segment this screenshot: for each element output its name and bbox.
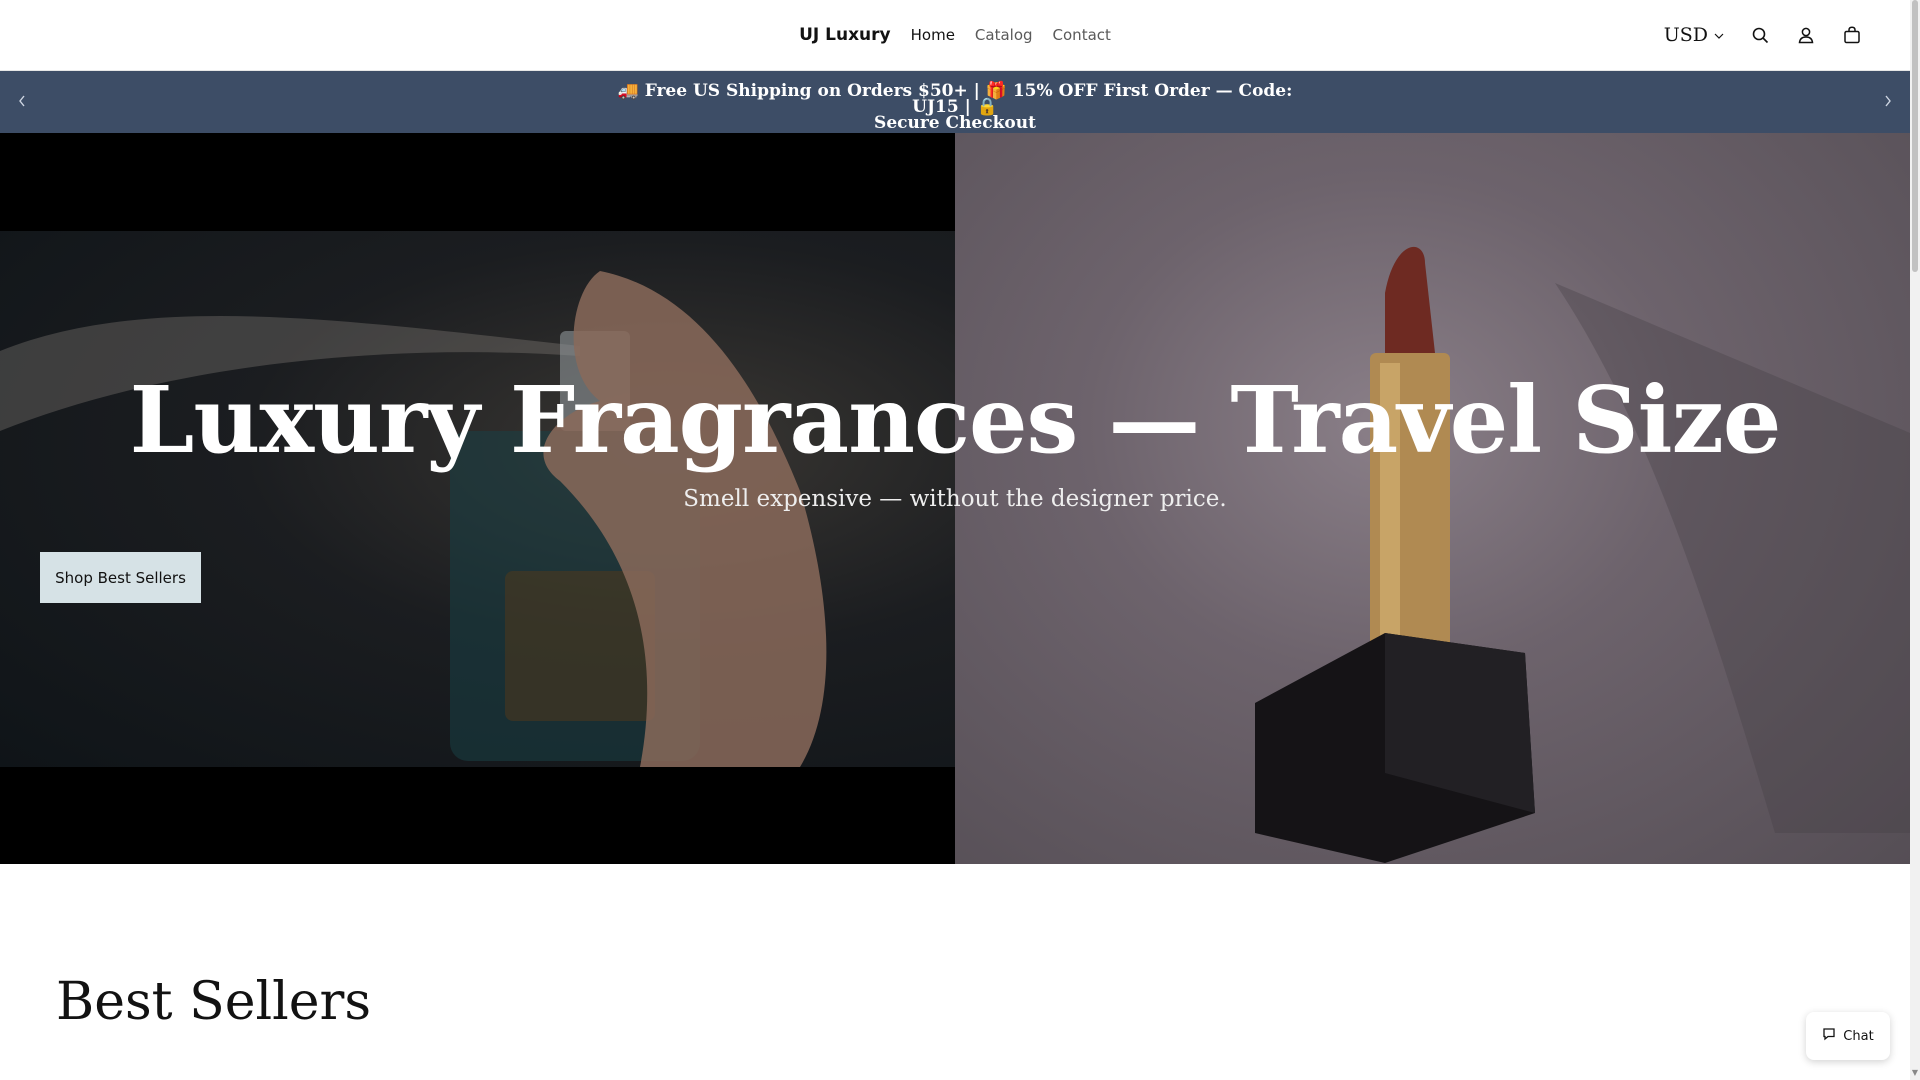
chevron-left-icon[interactable] xyxy=(18,92,26,111)
main-nav: UJ Luxury Home Catalog Contact xyxy=(0,0,1910,70)
site-header: UJ Luxury Home Catalog Contact USD xyxy=(0,0,1910,71)
chat-button[interactable]: Chat xyxy=(1806,1012,1890,1060)
hero-banner: Luxury Fragrances — Travel Size Smell ex… xyxy=(0,133,1910,864)
chat-label: Chat xyxy=(1843,1028,1874,1044)
chat-bubble-icon xyxy=(1822,1027,1836,1045)
announcement-bar: 🚚 Free US Shipping on Orders $50+ | 🎁 15… xyxy=(0,71,1910,133)
shop-best-sellers-button[interactable]: Shop Best Sellers xyxy=(40,552,201,603)
announcement-text: 🚚 Free US Shipping on Orders $50+ | 🎁 15… xyxy=(600,81,1310,133)
cart-icon[interactable] xyxy=(1842,25,1862,45)
hero-subtitle: Smell expensive — without the designer p… xyxy=(683,486,1227,512)
scroll-down-icon[interactable]: ▼ xyxy=(1911,1068,1919,1077)
scrollbar-thumb[interactable] xyxy=(1912,0,1918,272)
currency-selector[interactable]: USD xyxy=(1664,24,1724,46)
chevron-right-icon[interactable] xyxy=(1884,92,1892,111)
search-icon[interactable] xyxy=(1750,25,1770,45)
store-logo[interactable]: UJ Luxury xyxy=(799,25,891,45)
nav-contact[interactable]: Contact xyxy=(1053,26,1111,44)
hero-title: Luxury Fragrances — Travel Size xyxy=(129,366,1782,474)
section-title: Best Sellers xyxy=(56,972,372,1032)
nav-home[interactable]: Home xyxy=(911,26,955,44)
account-icon[interactable] xyxy=(1796,25,1816,45)
announcement-line-2: Secure Checkout xyxy=(874,113,1036,133)
announcement-line-1: 🚚 Free US Shipping on Orders $50+ | 🎁 15… xyxy=(617,81,1293,117)
currency-label: USD xyxy=(1663,24,1708,46)
chevron-down-icon xyxy=(1714,24,1724,46)
header-actions: USD xyxy=(1664,0,1862,70)
nav-catalog[interactable]: Catalog xyxy=(975,26,1033,44)
